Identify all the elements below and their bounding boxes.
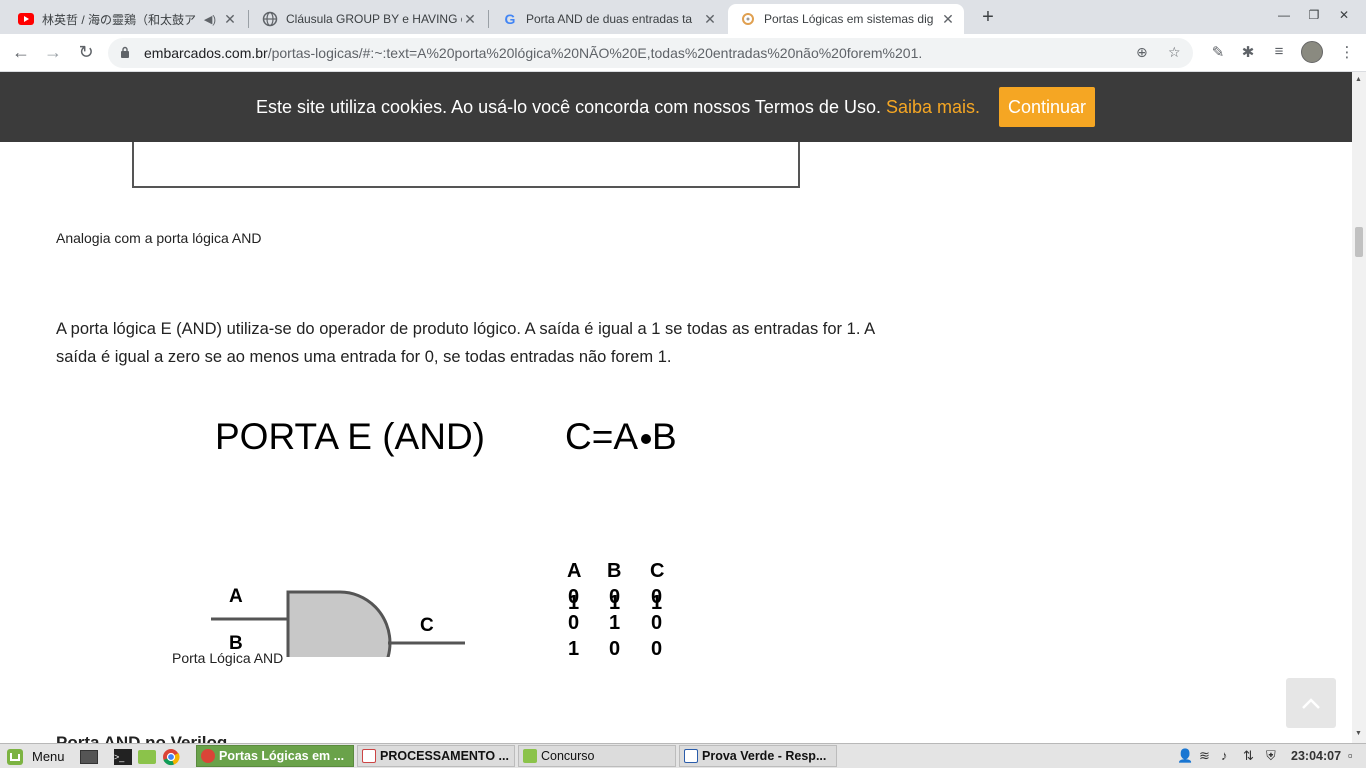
clock[interactable]: 23:04:07 [1291, 749, 1341, 763]
cookie-message: Este site utiliza cookies. Ao usá-lo voc… [256, 97, 980, 118]
new-tab-button[interactable]: + [976, 6, 1000, 30]
cookie-banner: Este site utiliza cookies. Ao usá-lo voc… [0, 72, 1352, 142]
terminal-icon[interactable]: >_ [114, 745, 132, 768]
close-tab-icon[interactable]: ✕ [462, 11, 478, 28]
menu-label: Menu [32, 749, 65, 764]
tab-title: 林英哲 / 海の靈鶏（和太鼓ア [42, 12, 197, 27]
figure-caption: Porta Lógica AND [172, 650, 284, 666]
extension-eyedropper-icon[interactable]: ✎ [1207, 43, 1229, 65]
window-title: PROCESSAMENTO ... [380, 749, 509, 763]
tab-google[interactable]: G Porta AND de duas entradas ta ✕ [490, 4, 726, 34]
scroll-down-icon[interactable]: ▼ [1355, 730, 1362, 737]
truth-table-last-row: 1 1 1 [568, 592, 662, 614]
add-to-page-icon[interactable]: ⊕ [1136, 44, 1148, 61]
close-window-icon[interactable]: ✕ [1334, 8, 1354, 26]
wifi-icon[interactable]: ≋ [1199, 748, 1210, 764]
taskbar: Menu >_ Portas Lógicas em ... PROCESSAME… [0, 743, 1366, 768]
truth-header: B [607, 560, 621, 582]
chrome-icon [201, 749, 215, 763]
truth-cell: 1 [609, 592, 620, 614]
show-desktop-corner-icon[interactable]: ▫ [1348, 748, 1353, 763]
truth-cell: 0 [609, 638, 620, 657]
chrome-launcher-icon[interactable] [162, 745, 180, 768]
back-icon[interactable]: ← [9, 41, 33, 65]
tab-separator [248, 10, 249, 28]
user-icon[interactable]: 👤 [1177, 748, 1193, 764]
article-paragraph: A porta lógica E (AND) utiliza-se do ope… [56, 320, 875, 366]
truth-cell: 0 [651, 638, 662, 657]
taskbar-window-prova-verde[interactable]: Prova Verde - Resp... [679, 745, 837, 767]
window-title: Prova Verde - Resp... [702, 749, 827, 763]
network-icon[interactable]: ⇅ [1243, 748, 1254, 764]
window-title: Concurso [541, 749, 595, 763]
document-viewer-icon [362, 749, 376, 763]
taskbar-window-chrome[interactable]: Portas Lógicas em ... [196, 745, 354, 767]
start-menu-button[interactable]: Menu [6, 745, 65, 768]
globe-icon [262, 11, 278, 27]
speaker-icon[interactable]: ◀) [204, 13, 216, 26]
url-path: /portas-logicas/#:~:text=A%20porta%20lóg… [267, 45, 923, 61]
url-domain: embarcados.com.br [144, 45, 268, 61]
extensions-puzzle-icon[interactable]: ✱ [1237, 43, 1259, 65]
volume-icon[interactable]: ♪ [1221, 748, 1228, 763]
media-controls-icon[interactable]: ≡ [1268, 43, 1290, 65]
tab-separator [488, 10, 489, 28]
gate-title: PORTA E (AND) [215, 416, 485, 457]
truth-cell: 1 [568, 638, 579, 657]
reload-icon[interactable]: ↻ [74, 41, 98, 65]
truth-header: A [567, 560, 581, 582]
tab-youtube[interactable]: 林英哲 / 海の靈鶏（和太鼓ア ◀) ✕ [6, 4, 246, 34]
equation-left: C=A [565, 416, 638, 457]
continue-button[interactable]: Continuar [999, 87, 1095, 127]
close-tab-icon[interactable]: ✕ [702, 11, 718, 28]
youtube-icon [18, 11, 34, 27]
scrollbar-thumb[interactable] [1355, 227, 1363, 257]
bookmark-star-icon[interactable]: ☆ [1168, 44, 1181, 61]
and-dot-operator [641, 434, 651, 444]
writer-icon [684, 749, 698, 763]
profile-avatar[interactable] [1301, 41, 1323, 63]
tab-title: Cláusula GROUP BY e HAVING c [286, 12, 462, 26]
show-desktop-icon[interactable] [80, 745, 98, 768]
window-title: Portas Lógicas em ... [219, 749, 345, 763]
section-heading: Porta AND no Verilog [56, 733, 228, 743]
shield-icon[interactable]: ⛨ [1266, 748, 1276, 764]
back-to-top-button[interactable] [1286, 678, 1336, 728]
folder-icon [523, 749, 537, 763]
page-viewport: Este site utiliza cookies. Ao usá-lo voc… [0, 72, 1352, 743]
forward-icon[interactable]: → [41, 41, 65, 65]
truth-cell: 1 [651, 592, 662, 614]
mint-logo-icon [7, 748, 23, 765]
truth-cell: 1 [568, 592, 579, 614]
lock-icon[interactable] [120, 46, 134, 61]
minimize-icon[interactable]: — [1274, 8, 1294, 26]
desktop: 林英哲 / 海の靈鶏（和太鼓ア ◀) ✕ Cláusula GROUP BY e… [0, 0, 1366, 768]
scroll-up-icon[interactable]: ▲ [1355, 76, 1362, 83]
menu-kebab-icon[interactable]: ⋮ [1336, 43, 1358, 65]
tab-group-by[interactable]: Cláusula GROUP BY e HAVING c ✕ [250, 4, 486, 34]
tab-strip: 林英哲 / 海の靈鶏（和太鼓ア ◀) ✕ Cláusula GROUP BY e… [0, 0, 1366, 34]
tab-title: Porta AND de duas entradas ta [526, 12, 693, 26]
cookie-text: Este site utiliza cookies. Ao usá-lo voc… [256, 97, 881, 117]
figure-caption: Analogia com a porta lógica AND [56, 230, 262, 246]
close-tab-icon[interactable]: ✕ [222, 11, 238, 28]
page-scrollbar[interactable]: ▲ ▼ [1352, 72, 1366, 743]
tab-portas-logicas[interactable]: Portas Lógicas em sistemas dig ✕ [728, 4, 964, 34]
taskbar-window-processamento[interactable]: PROCESSAMENTO ... [357, 745, 515, 767]
taskbar-window-concurso[interactable]: Concurso [518, 745, 676, 767]
chevron-up-icon [1302, 698, 1320, 709]
close-tab-icon[interactable]: ✕ [940, 11, 956, 28]
files-icon[interactable] [138, 745, 156, 768]
equation-right: B [652, 416, 677, 457]
saiba-mais-link[interactable]: Saiba mais. [886, 97, 980, 117]
google-icon: G [504, 11, 516, 27]
site-icon [740, 11, 756, 27]
browser-toolbar: ← → ↻ embarcados.com.br /portas-logicas/… [0, 34, 1366, 72]
tab-title: Portas Lógicas em sistemas dig [764, 12, 934, 26]
restore-icon[interactable]: ❐ [1304, 8, 1324, 26]
address-bar[interactable]: embarcados.com.br /portas-logicas/#:~:te… [108, 38, 1193, 68]
truth-header: C [650, 560, 664, 582]
